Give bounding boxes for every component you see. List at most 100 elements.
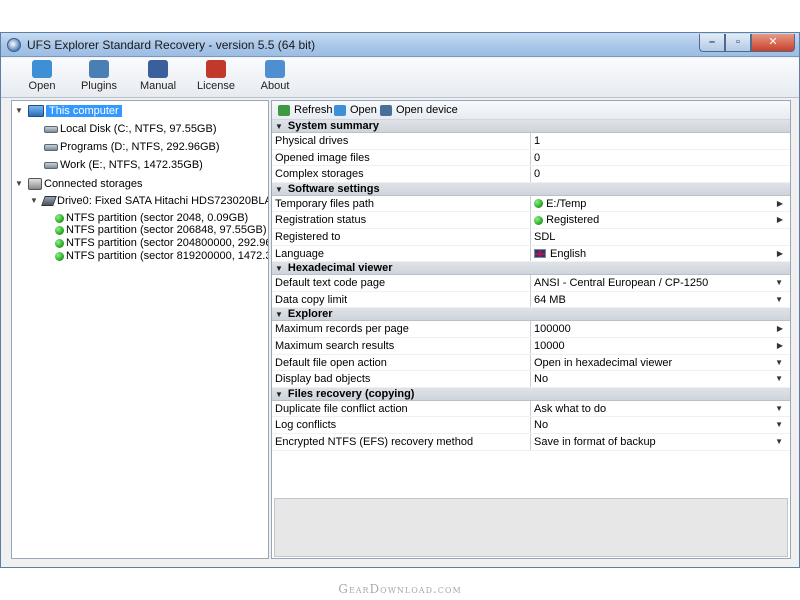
about-button[interactable]: About [247,60,303,96]
property-row[interactable]: Encrypted NTFS (EFS) recovery method Save… [272,433,790,451]
folder-open-icon [32,60,52,78]
dropdown-arrow-icon[interactable]: ▼ [775,401,783,417]
property-value: E:/Temp [534,196,774,212]
property-value: 0 [534,151,541,164]
open-button[interactable]: Open [14,60,70,96]
tree-item-drive[interactable]: Programs (D:, NTFS, 292.96GB) [44,139,220,155]
description-panel [274,498,788,557]
property-row[interactable]: Default file open action Open in hexadeci… [272,354,790,372]
property-row[interactable]: Language English ▶ [272,245,790,263]
property-value: 0 [534,168,541,181]
minimize-button[interactable]: – [699,34,725,52]
expand-arrow-icon[interactable]: ▶ [777,212,783,228]
tree-item-this-computer[interactable]: This computer [28,103,122,119]
drive-icon [41,196,57,207]
collapse-icon[interactable]: ▼ [275,390,283,399]
hard-disk-icon [44,125,58,133]
manual-button[interactable]: Manual [130,60,186,96]
expand-arrow-icon[interactable]: ▶ [777,338,783,354]
dropdown-arrow-icon[interactable]: ▼ [775,417,783,433]
category-software-settings[interactable]: ▼ Software settings [272,182,790,196]
expand-arrow-icon[interactable]: ▶ [777,321,783,337]
property-row[interactable]: Log conflicts No ▼ [272,417,790,434]
property-name: Maximum records per page [275,323,409,336]
tree-item-drive[interactable]: Local Disk (C:, NTFS, 97.55GB) [44,121,217,137]
category-label: ▼ Files recovery (copying) [275,388,530,401]
plugins-label: Plugins [80,80,118,92]
tree-item-drive[interactable]: Work (E:, NTFS, 1472.35GB) [44,157,203,173]
open-device-label: Open device [396,104,458,116]
collapse-icon[interactable]: ▼ [275,264,283,273]
dropdown-arrow-icon[interactable]: ▼ [775,434,783,450]
title-bar[interactable]: UFS Explorer Standard Recovery - version… [1,33,799,57]
property-value-text: English [550,247,587,260]
about-icon [265,60,285,78]
main-toolbar: Open Plugins Manual License About [1,58,799,98]
category-explorer[interactable]: ▼ Explorer [272,308,790,322]
property-row[interactable]: Duplicate file conflict action Ask what t… [272,400,790,418]
property-value: No [534,373,549,386]
tree-item-partition[interactable]: NTFS partition (sector 819200000, 1472.3… [55,248,268,264]
property-name: Display bad objects [275,373,371,386]
license-icon [206,60,226,78]
expand-arrow-icon[interactable]: ▶ [777,246,783,262]
property-row[interactable]: Complex storages 0 [272,166,790,183]
close-button[interactable]: ✕ [751,34,795,52]
properties-toolbar: Refresh Open Open device [272,101,790,120]
property-row[interactable]: Default text code page ANSI - Central Eur… [272,275,790,292]
property-row[interactable]: Temporary files path E:/Temp ▶ [272,195,790,213]
property-row[interactable]: Opened image files 0 [272,149,790,167]
collapse-icon[interactable]: ▼ [275,185,283,194]
property-row[interactable]: Registered to SDL [272,228,790,246]
status-bar [1,561,799,567]
property-name: Registered to [275,230,341,243]
category-system-summary[interactable]: ▼ System summary [272,120,790,133]
expand-arrow-icon[interactable]: ▶ [777,196,783,212]
category-files-recovery[interactable]: ▼ Files recovery (copying) [272,387,790,401]
category-label: ▼ Software settings [275,183,530,196]
property-row[interactable]: Maximum search results 10000 ▶ [272,337,790,355]
property-name: Maximum search results [275,339,395,352]
dropdown-arrow-icon[interactable]: ▼ [775,371,783,387]
collapse-icon[interactable]: ▼ [15,103,23,119]
dropdown-arrow-icon[interactable]: ▼ [775,275,783,291]
open-device-button[interactable]: Open device [380,103,458,118]
partition-status-icon [55,238,64,248]
refresh-button[interactable]: Refresh [278,103,333,118]
device-tree[interactable]: ▼ This computer Local Disk (C:, NTFS, 97… [11,100,269,559]
maximize-button[interactable]: ▫ [725,34,751,52]
tree-item-device[interactable]: Drive0: Fixed SATA Hitachi HDS723020BLA6… [41,193,268,209]
property-row[interactable]: Registration status Registered ▶ [272,212,790,229]
property-row[interactable]: Maximum records per page 100000 ▶ [272,321,790,338]
status-ok-icon [534,199,543,209]
category-title: Hexadecimal viewer [287,262,393,275]
plugins-button[interactable]: Plugins [71,60,127,96]
dropdown-arrow-icon[interactable]: ▼ [775,292,783,308]
license-button[interactable]: License [188,60,244,96]
plugins-icon [89,60,109,78]
category-label: ▼ Explorer [275,308,530,321]
property-value: SDL [534,230,556,243]
tree-item-label: Connected storages [44,178,143,190]
tree-item-connected-storages[interactable]: Connected storages [28,176,142,192]
property-name: Complex storages [275,168,364,181]
category-title: Software settings [287,182,380,195]
property-name: Encrypted NTFS (EFS) recovery method [275,435,474,448]
category-title: Explorer [287,308,333,321]
property-name: Default text code page [275,277,386,290]
app-window: UFS Explorer Standard Recovery - version… [0,32,800,568]
category-hex-viewer[interactable]: ▼ Hexadecimal viewer [272,262,790,276]
collapse-icon[interactable]: ▼ [15,176,23,192]
property-row[interactable]: Data copy limit 64 MB ▼ [272,291,790,309]
property-row[interactable]: Physical drives 1 [272,133,790,150]
window-title: UFS Explorer Standard Recovery - version… [27,38,316,52]
collapse-icon[interactable]: ▼ [275,122,283,131]
property-value: No [534,419,549,432]
dropdown-arrow-icon[interactable]: ▼ [775,355,783,371]
property-name: Temporary files path [275,197,375,210]
open-link-button[interactable]: Open [334,103,377,118]
collapse-icon[interactable]: ▼ [30,193,38,209]
property-name: Data copy limit [275,293,348,306]
property-row[interactable]: Display bad objects No ▼ [272,371,790,388]
collapse-icon[interactable]: ▼ [275,310,283,319]
